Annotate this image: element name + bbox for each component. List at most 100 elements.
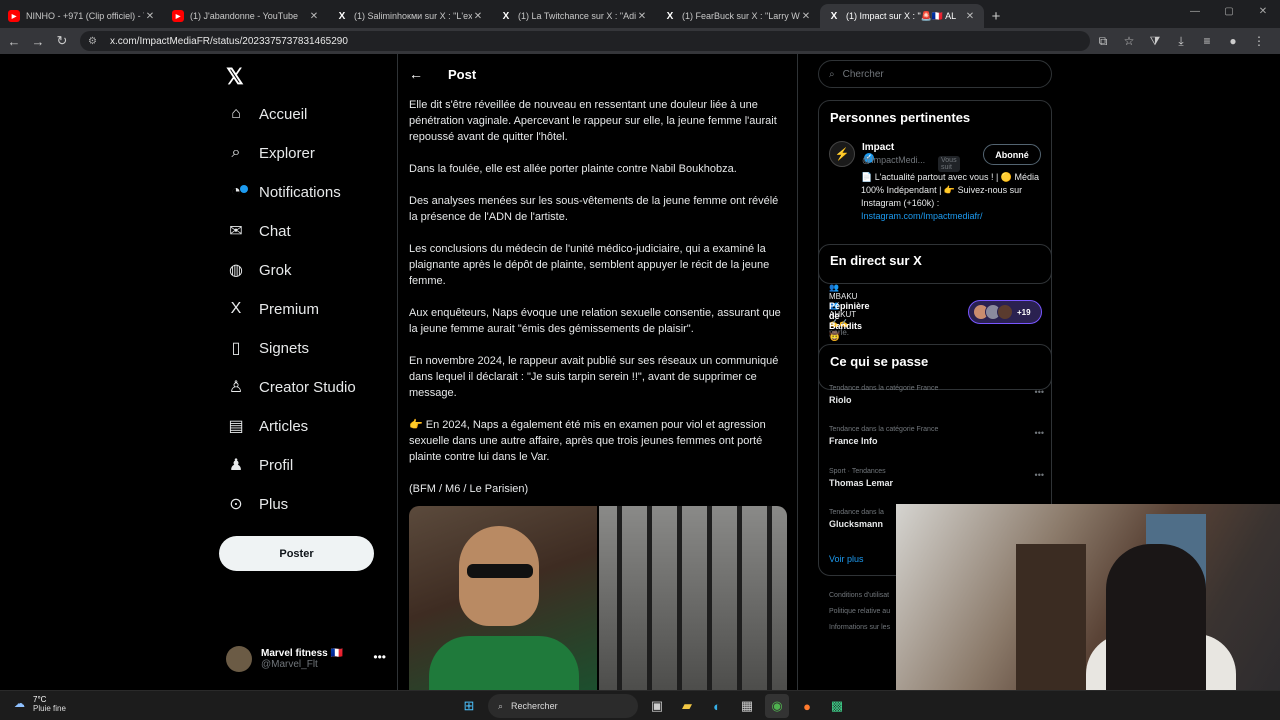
post-media[interactable] bbox=[409, 506, 787, 690]
close-tab-icon[interactable]: ✕ bbox=[800, 11, 812, 22]
follows-you-badge: Vous suit bbox=[938, 156, 960, 172]
main-column: ← Post Elle dit s'être réveillée de nouv… bbox=[397, 54, 798, 690]
close-tab-icon[interactable]: ✕ bbox=[144, 11, 156, 22]
media-image-prison[interactable] bbox=[599, 506, 787, 690]
browser-tab-strip: ▶ NINHO - +971 (Clip officiel) - Y ✕ ▶ (1) … bbox=[0, 0, 1280, 28]
nav-item-premium[interactable]: X Premium bbox=[226, 293, 319, 325]
webcam-overlay bbox=[896, 504, 1280, 720]
star-icon[interactable]: ☆ bbox=[1116, 29, 1142, 53]
browser-tab[interactable]: X (1) Saliminhoкми sur X : "L'exti ✕ bbox=[328, 4, 492, 28]
browser-tab[interactable]: ▶ NINHO - +971 (Clip officiel) - Y ✕ bbox=[0, 4, 164, 28]
close-tab-icon[interactable]: ✕ bbox=[472, 11, 484, 22]
prison-bar bbox=[647, 506, 652, 690]
close-tab-icon[interactable]: ✕ bbox=[964, 11, 976, 22]
close-tab-icon[interactable]: ✕ bbox=[636, 11, 648, 22]
firefox-icon[interactable]: ● bbox=[795, 694, 819, 718]
profile-icon[interactable]: ● bbox=[1220, 29, 1246, 53]
page-title: Post bbox=[448, 66, 477, 82]
article-icon: ▤ bbox=[228, 418, 244, 435]
edge-icon[interactable]: ◐ bbox=[705, 694, 729, 718]
nav-item-profil[interactable]: ♟ Profil bbox=[226, 449, 293, 481]
browser-tab-active[interactable]: X (1) Impact sur X : "🚨🇫🇷 AL ✕ bbox=[820, 4, 984, 28]
more-dots-icon[interactable]: ••• bbox=[1035, 428, 1044, 438]
maximize-icon[interactable]: ▢ bbox=[1212, 0, 1246, 24]
temperature: 7°C bbox=[33, 695, 47, 704]
relevant-handle: @ImpactMedi... bbox=[862, 155, 926, 165]
search-icon: ⌕ bbox=[829, 68, 835, 80]
store-icon[interactable]: ▦ bbox=[735, 694, 759, 718]
browser-tab[interactable]: X (1) La Twitchance sur X : "Adin I ✕ bbox=[492, 4, 656, 28]
close-tab-icon[interactable]: ✕ bbox=[308, 11, 320, 22]
post-button[interactable]: Poster bbox=[219, 536, 374, 571]
nav-item-chat[interactable]: ✉ Chat bbox=[226, 215, 290, 247]
extensions-icon[interactable]: ⧩ bbox=[1142, 29, 1168, 53]
more-dots-icon[interactable]: ••• bbox=[1035, 387, 1044, 397]
prison-bar bbox=[707, 506, 712, 690]
x-icon: X bbox=[830, 10, 838, 22]
x-logo-icon[interactable]: 𝕏 bbox=[226, 64, 244, 90]
trend-item[interactable]: Sport · Tendances Thomas Lemar ••• bbox=[829, 468, 1044, 488]
download-icon[interactable]: ⤓ bbox=[1168, 29, 1194, 53]
avatar bbox=[226, 646, 252, 672]
footer-link[interactable]: Informations sur les bbox=[829, 624, 890, 631]
back-arrow-icon[interactable]: ← bbox=[2, 29, 26, 53]
listener-avatars[interactable]: +19 bbox=[968, 300, 1042, 324]
nav-item-articles[interactable]: ▤ Articles bbox=[226, 410, 308, 442]
weather-condition: Pluie fine bbox=[33, 704, 66, 713]
post-header: ← Post bbox=[398, 54, 797, 94]
avatar bbox=[997, 304, 1013, 320]
url-text: x.com/ImpactMediaFR/status/2023375737831… bbox=[110, 35, 348, 47]
footer-link[interactable]: Conditions d'utilisat bbox=[829, 592, 889, 599]
post-paragraph: Les conclusions du médecin de l'unité mé… bbox=[409, 243, 770, 287]
nav-item-notifications[interactable]: ◔ Notifications bbox=[226, 176, 341, 208]
footer-link[interactable]: Politique relative au bbox=[829, 608, 890, 615]
menu-kebab-icon[interactable]: ⋮ bbox=[1246, 29, 1272, 53]
prison-bar bbox=[617, 506, 622, 690]
media-image-portrait[interactable] bbox=[409, 506, 597, 690]
toolbar-actions: ⧉ ☆ ⧩ ⤓ ≡ ● ⋮ bbox=[1090, 29, 1272, 53]
address-bar[interactable]: ⚙ x.com/ImpactMediaFR/status/20233757378… bbox=[80, 31, 1090, 51]
task-view-icon[interactable]: ▣ bbox=[645, 694, 669, 718]
new-tab-button[interactable]: + bbox=[984, 4, 1008, 28]
browser-tab[interactable]: ▶ (1) J'abandonne - YouTube ✕ bbox=[164, 4, 328, 28]
youtube-icon: ▶ bbox=[8, 10, 20, 22]
forward-arrow-icon[interactable]: → bbox=[26, 29, 50, 53]
weather-widget[interactable]: ☁ 7°C Pluie fine bbox=[14, 695, 66, 713]
trend-item[interactable]: Tendance dans la catégorie France Riolo … bbox=[829, 385, 1044, 405]
following-button[interactable]: Abonné bbox=[983, 144, 1041, 165]
back-arrow-icon[interactable]: ← bbox=[398, 66, 434, 82]
account-handle: @Marvel_Flt bbox=[261, 659, 318, 670]
user-icon: ♟ bbox=[228, 457, 244, 474]
listener-count: +19 bbox=[1017, 307, 1031, 317]
nav-item-accueil[interactable]: ⌂ Accueil bbox=[226, 98, 307, 130]
nav-item-signets[interactable]: ▯ Signets bbox=[226, 332, 309, 364]
install-icon[interactable]: ⧉ bbox=[1090, 29, 1116, 53]
windows-start-icon[interactable]: ⊞ bbox=[457, 694, 481, 718]
account-name: Marvel fitness 🇫🇷 bbox=[261, 648, 343, 659]
see-more-link[interactable]: Voir plus bbox=[829, 554, 864, 564]
bookmark-icon: ▯ bbox=[231, 340, 241, 357]
chrome-icon[interactable]: ◉ bbox=[765, 694, 789, 718]
more-dots-icon[interactable]: ••• bbox=[1035, 470, 1044, 480]
app-icon[interactable]: ▩ bbox=[825, 694, 849, 718]
minimize-icon[interactable]: — bbox=[1178, 0, 1212, 24]
media-control-icon[interactable]: ≡ bbox=[1194, 29, 1220, 53]
nav-item-plus[interactable]: ⊙ Plus bbox=[226, 488, 288, 520]
account-switcher[interactable]: Marvel fitness 🇫🇷 @Marvel_Flt ••• bbox=[226, 642, 386, 676]
close-window-icon[interactable]: ✕ bbox=[1246, 0, 1280, 24]
nav-item-explorer[interactable]: ⌕ Explorer bbox=[226, 137, 315, 169]
nav-item-creator-studio[interactable]: ♙ Creator Studio bbox=[226, 371, 356, 403]
home-icon: ⌂ bbox=[231, 105, 241, 122]
site-info-icon[interactable]: ⚙ bbox=[88, 36, 102, 47]
taskbar-search[interactable]: ⌕ Rechercher bbox=[488, 694, 638, 718]
card-title: Ce qui se passe bbox=[830, 354, 929, 369]
prison-bar bbox=[737, 506, 742, 690]
relevant-link[interactable]: Instagram.com/Impactmediafr/ bbox=[861, 211, 983, 221]
file-explorer-icon[interactable]: ▰ bbox=[675, 694, 699, 718]
browser-tab[interactable]: X (1) FearBuck sur X : "Larry Whe ✕ bbox=[656, 4, 820, 28]
search-input[interactable]: ⌕ Chercher bbox=[818, 60, 1052, 88]
impact-avatar[interactable]: ⚡ bbox=[829, 141, 855, 167]
reload-icon[interactable]: ↻ bbox=[50, 29, 74, 53]
trend-item[interactable]: Tendance dans la catégorie France France… bbox=[829, 426, 1044, 446]
nav-item-grok[interactable]: ◍ Grok bbox=[226, 254, 292, 286]
